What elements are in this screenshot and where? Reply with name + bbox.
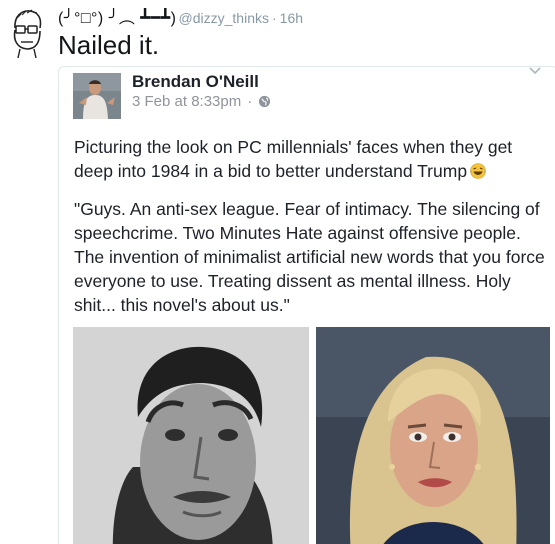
laughing-tears-emoji: [470, 163, 486, 179]
post-paragraph-2: "Guys. An anti-sex league. Fear of intim…: [74, 199, 545, 315]
tweet-text: Nailed it.: [58, 30, 160, 60]
tweet-timestamp[interactable]: 16h: [280, 10, 303, 26]
display-name[interactable]: (╯°□°) ╯︵ ┻━┻): [58, 4, 177, 28]
post-date[interactable]: 3 Feb at 8:33pm: [132, 93, 241, 110]
author-avatar[interactable]: [73, 73, 121, 119]
user-avatar[interactable]: [8, 6, 46, 59]
tweet: (╯°□°) ╯︵ ┻━┻) @dizzy_thinks · 16h Naile…: [0, 0, 555, 544]
post-meta: 3 Feb at 8:33pm ·: [132, 93, 271, 110]
author-photo: [73, 73, 121, 119]
user-handle[interactable]: @dizzy_thinks: [179, 10, 269, 26]
quoted-facebook-post: Brendan O'Neill 3 Feb at 8:33pm · Pictur…: [58, 66, 555, 544]
post-paragraph-1: Picturing the look on PC millennials' fa…: [74, 135, 552, 183]
woman-portrait-image: [316, 327, 550, 544]
post-paragraph-1-text: Picturing the look on PC millennials' fa…: [74, 137, 513, 181]
doodle-face-icon: [8, 6, 46, 59]
tweet-header: (╯°□°) ╯︵ ┻━┻) @dizzy_thinks · 16h: [58, 4, 303, 28]
post-body: Picturing the look on PC millennials' fa…: [74, 135, 552, 331]
meta-separator: ·: [247, 93, 253, 110]
globe-icon: [259, 95, 271, 108]
header-separator: ·: [271, 10, 277, 26]
man-portrait-image: [73, 327, 309, 544]
chevron-down-icon[interactable]: [529, 67, 541, 75]
orwell-photo[interactable]: [73, 327, 309, 544]
conway-photo[interactable]: [316, 327, 550, 544]
post-author[interactable]: Brendan O'Neill: [132, 72, 259, 92]
